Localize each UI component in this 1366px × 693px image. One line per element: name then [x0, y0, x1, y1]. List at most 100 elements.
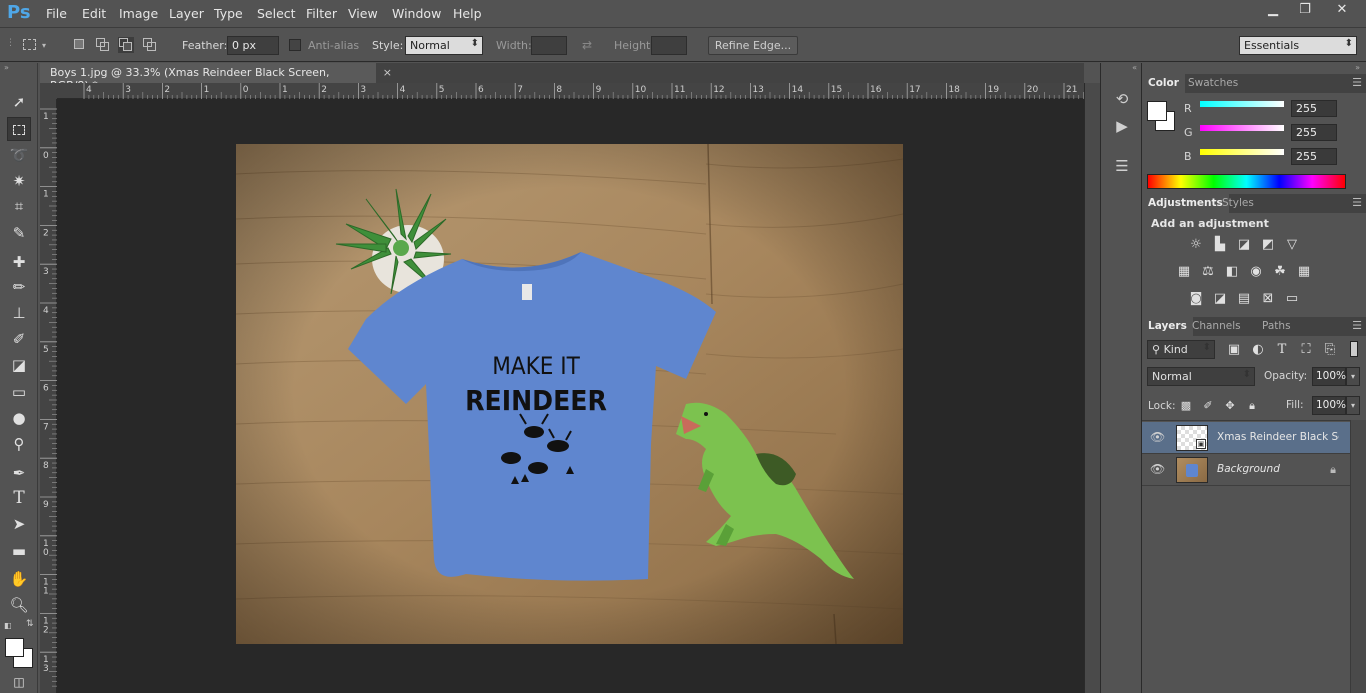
levels-icon[interactable]: ▙ [1212, 237, 1228, 253]
filter-shape-icon[interactable]: ⛶ [1298, 342, 1314, 358]
photo-filter-icon[interactable]: ◉ [1248, 264, 1264, 280]
fill-dropdown-icon[interactable]: ▾ [1346, 396, 1360, 415]
layers-scrollbar[interactable] [1350, 420, 1366, 693]
exposure-icon[interactable]: ◩ [1260, 237, 1276, 253]
menu-edit[interactable]: Edit [82, 6, 106, 21]
hand-tool-icon[interactable]: ✋ [7, 567, 31, 591]
color-lookup-icon[interactable]: ▦ [1296, 264, 1312, 280]
tab-channels[interactable]: Channels [1186, 317, 1247, 336]
lock-transparency-icon[interactable]: ▩ [1178, 398, 1194, 414]
blur-tool-icon[interactable]: ● [7, 406, 31, 430]
feather-input[interactable]: 0 px [227, 36, 279, 55]
horizontal-ruler[interactable]: 4 3 2 1 0 1 2 3 4 5 6 7 8 9 10 11 12 13 14 15 16 17 18 19 20 21 [57, 83, 1084, 99]
green-value[interactable]: 255 [1291, 124, 1337, 141]
pen-tool-icon[interactable]: ✒ [7, 461, 31, 485]
properties-panel-icon[interactable]: ☰ [1111, 155, 1133, 177]
minimize-button[interactable]: ▁ [1256, 0, 1290, 20]
selective-color-icon[interactable]: ⊠ [1260, 291, 1276, 307]
rectangular-marquee-tool-icon[interactable] [7, 117, 31, 141]
layer-name[interactable]: Xmas Reindeer Black Sc... [1217, 431, 1339, 443]
green-slider[interactable] [1200, 125, 1284, 131]
move-tool-icon[interactable]: ➚ [7, 90, 31, 114]
brush-tool-icon[interactable]: ✏ [7, 275, 31, 299]
red-value[interactable]: 255 [1291, 100, 1337, 117]
swap-colors-icon[interactable]: ⇅ [26, 619, 34, 629]
vertical-scrollbar[interactable] [1084, 83, 1100, 693]
layer-name[interactable]: Background [1217, 463, 1339, 475]
ruler-origin[interactable] [40, 83, 57, 99]
type-tool-icon[interactable]: T [7, 486, 31, 510]
invert-icon[interactable]: ◙ [1188, 291, 1204, 307]
brightness-contrast-icon[interactable]: ☼ [1188, 237, 1204, 253]
chevron-down-icon[interactable]: ▾ [42, 41, 46, 50]
layer-row-background[interactable]: 👁︎ Background 🔒︎ [1142, 454, 1350, 486]
eye-icon[interactable]: 👁︎ [1150, 430, 1165, 444]
lasso-tool-icon[interactable]: ➰ [7, 143, 31, 167]
menu-view[interactable]: View [348, 6, 378, 21]
lock-pixels-icon[interactable]: ✐ [1200, 398, 1216, 414]
eye-icon[interactable]: 👁︎ [1150, 462, 1165, 476]
filter-pixel-icon[interactable]: ▣ [1226, 342, 1242, 358]
crop-tool-icon[interactable]: ⌗ [7, 194, 31, 218]
subtract-from-selection-icon[interactable] [118, 37, 134, 53]
curves-icon[interactable]: ◪ [1236, 237, 1252, 253]
marquee-tool-preset-icon[interactable] [22, 37, 38, 53]
add-to-selection-icon[interactable] [95, 37, 111, 53]
eyedropper-tool-icon[interactable]: ✎ [7, 221, 31, 245]
blue-value[interactable]: 255 [1291, 148, 1337, 165]
tab-color[interactable]: Color [1142, 74, 1185, 93]
filter-toggle[interactable] [1350, 341, 1358, 357]
dodge-tool-icon[interactable]: ⚲ [7, 432, 31, 456]
eraser-tool-icon[interactable]: ◪ [7, 353, 31, 377]
expand-dock-icon[interactable]: « [1132, 63, 1137, 72]
filter-type-icon[interactable]: T [1274, 342, 1290, 358]
color-spectrum-ramp[interactable] [1147, 174, 1346, 189]
actions-panel-icon[interactable]: ▶ [1111, 115, 1133, 137]
lock-all-icon[interactable]: 🔒︎ [1244, 398, 1260, 414]
height-input[interactable] [651, 36, 687, 55]
red-slider[interactable] [1200, 101, 1284, 107]
filter-adjustment-icon[interactable]: ◐ [1250, 342, 1266, 358]
threshold-icon[interactable]: ▤ [1236, 291, 1252, 307]
menu-file[interactable]: File [46, 6, 67, 21]
blend-mode-select[interactable]: Normal [1147, 367, 1255, 386]
layer-filter-select[interactable]: ⚲ Kind [1147, 340, 1215, 359]
menu-image[interactable]: Image [119, 6, 158, 21]
gradient-tool-icon[interactable]: ▭ [7, 380, 31, 404]
blue-slider[interactable] [1200, 149, 1284, 155]
lock-position-icon[interactable]: ✥ [1222, 398, 1238, 414]
collapse-panels-icon[interactable]: » [1355, 63, 1360, 72]
antialias-checkbox[interactable] [289, 39, 301, 51]
black-white-icon[interactable]: ◧ [1224, 264, 1240, 280]
opacity-dropdown-icon[interactable]: ▾ [1346, 367, 1360, 386]
magic-wand-tool-icon[interactable]: ✷ [7, 169, 31, 193]
filter-smart-object-icon[interactable]: ⎘ [1322, 342, 1338, 358]
foreground-color-swatch[interactable] [5, 638, 24, 657]
default-colors-icon[interactable]: ◧ [4, 621, 14, 631]
vibrance-icon[interactable]: ▽ [1284, 237, 1300, 253]
tab-paths[interactable]: Paths [1256, 317, 1297, 336]
swap-icon[interactable]: ⇄ [582, 38, 592, 52]
color-background-swatch[interactable] [1147, 101, 1167, 121]
menu-help[interactable]: Help [453, 6, 482, 21]
path-selection-tool-icon[interactable]: ➤ [7, 512, 31, 536]
menu-filter[interactable]: Filter [306, 6, 337, 21]
gradient-map-icon[interactable]: ▭ [1284, 291, 1300, 307]
opacity-input[interactable]: 100% [1312, 367, 1346, 386]
menu-window[interactable]: Window [392, 6, 441, 21]
color-balance-icon[interactable]: ⚖ [1200, 264, 1216, 280]
tab-swatches[interactable]: Swatches [1182, 74, 1244, 93]
quick-mask-icon[interactable]: ◫ [7, 670, 31, 693]
history-brush-tool-icon[interactable]: ✐ [7, 327, 31, 351]
fill-input[interactable]: 100% [1312, 396, 1346, 415]
hue-saturation-icon[interactable]: ▦ [1176, 264, 1192, 280]
workspace-select[interactable]: Essentials [1239, 36, 1357, 55]
zoom-tool-icon[interactable]: 🔍︎ [7, 593, 31, 617]
rectangle-tool-icon[interactable]: ▬ [7, 539, 31, 563]
intersect-selection-icon[interactable] [142, 37, 158, 53]
document-tab[interactable]: Boys 1.jpg @ 33.3% (Xmas Reindeer Black … [40, 63, 392, 92]
collapse-toolbox-icon[interactable]: » [4, 63, 9, 72]
posterize-icon[interactable]: ◪ [1212, 291, 1228, 307]
new-selection-icon[interactable] [72, 37, 88, 53]
restore-button[interactable]: ❐ [1288, 0, 1322, 20]
